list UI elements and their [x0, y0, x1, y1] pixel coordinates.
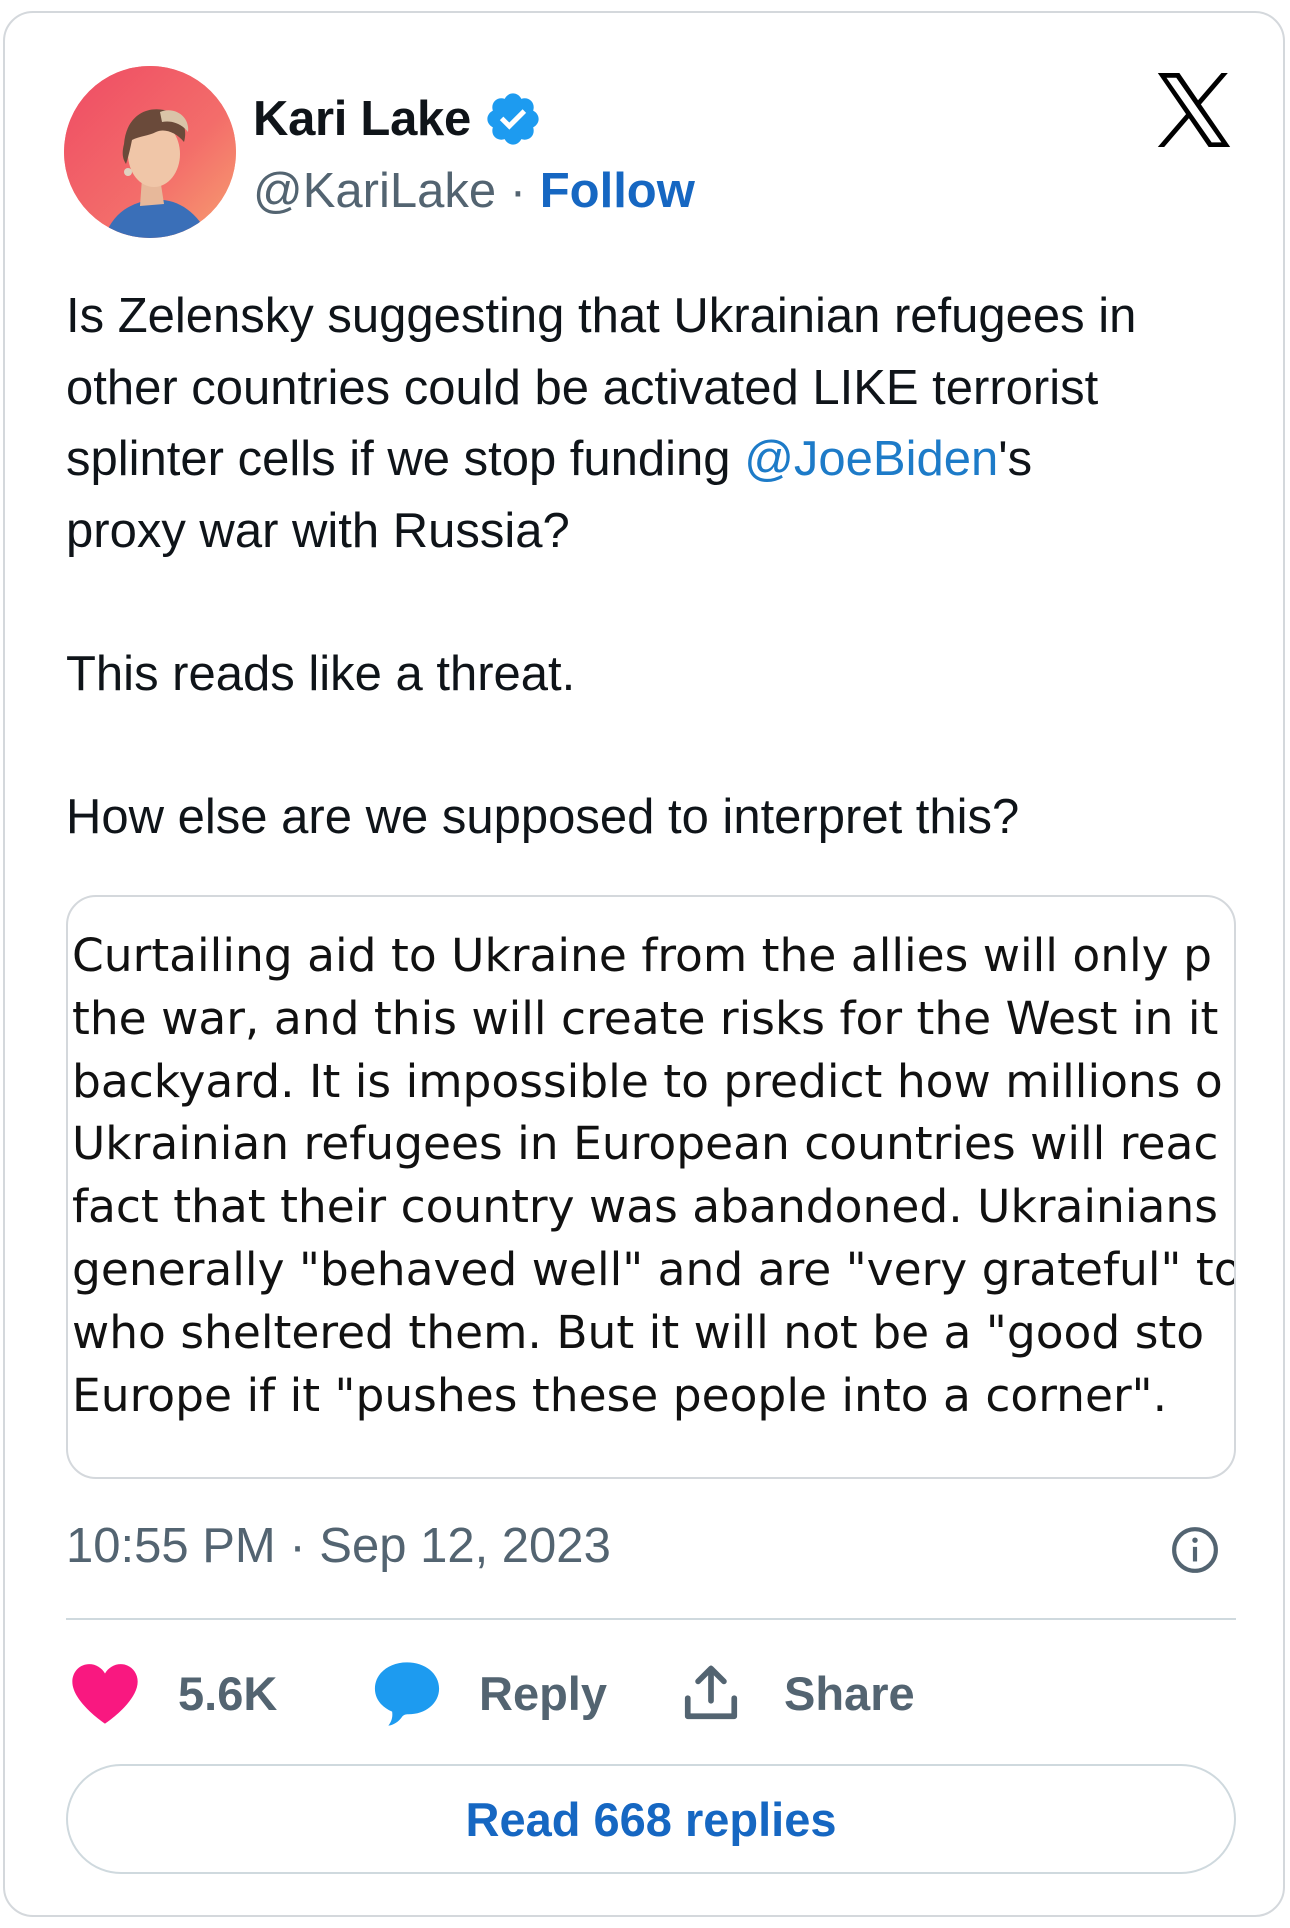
- share-upload-icon: [684, 1665, 738, 1720]
- author-handle[interactable]: @KariLake: [253, 164, 496, 218]
- share-label: Share: [784, 1666, 915, 1720]
- handle-row: @KariLake · Follow: [253, 163, 695, 219]
- x-logo-icon[interactable]: [1155, 73, 1233, 147]
- tweet-text: Is Zelensky suggesting that Ukrainian re…: [66, 281, 1236, 853]
- reply-bubble-icon: [374, 1662, 440, 1726]
- media-line: fact that their country was abandoned. U…: [72, 1180, 1218, 1234]
- author-name[interactable]: Kari Lake: [253, 91, 471, 147]
- reply-label: Reply: [479, 1666, 607, 1720]
- share-button[interactable]: Share: [680, 1658, 915, 1728]
- read-replies-button[interactable]: Read 668 replies: [66, 1764, 1236, 1874]
- avatar-portrait: [64, 66, 236, 238]
- info-icon[interactable]: [1170, 1525, 1220, 1575]
- verified-badge-icon: [487, 93, 539, 145]
- tweet-card: Kari Lake @KariLake · Follow Is Zelensky…: [3, 11, 1285, 1917]
- tweet-paragraph-1: Is Zelensky suggesting that Ukrainian re…: [66, 281, 1236, 567]
- mention-link[interactable]: @JoeBiden: [744, 432, 998, 486]
- read-replies-label: Read 668 replies: [465, 1792, 837, 1846]
- like-count: 5.6K: [178, 1666, 278, 1720]
- divider: [66, 1618, 1236, 1620]
- media-quote-text: Curtailing aid to Ukraine from the allie…: [72, 925, 1236, 1427]
- media-line: Europe if it "pushes these people into a…: [72, 1368, 1168, 1422]
- media-line: generally "behaved well" and are "very g…: [72, 1242, 1236, 1296]
- tweet-paragraph-2: This reads like a threat.: [66, 646, 576, 701]
- media-line: backyard. It is impossible to predict ho…: [72, 1054, 1223, 1108]
- media-line: Curtailing aid to Ukraine from the allie…: [72, 929, 1212, 982]
- media-image[interactable]: Curtailing aid to Ukraine from the allie…: [66, 895, 1236, 1479]
- media-line: the war, and this will create risks for …: [72, 991, 1219, 1045]
- avatar[interactable]: [64, 66, 236, 238]
- reply-button[interactable]: Reply: [371, 1658, 607, 1728]
- handle-separator: ·: [509, 164, 527, 218]
- follow-link[interactable]: Follow: [540, 164, 695, 218]
- like-button[interactable]: 5.6K: [70, 1658, 277, 1728]
- tweet-paragraph-3: How else are we supposed to interpret th…: [66, 789, 1020, 844]
- media-line: Ukrainian refugees in European countries…: [72, 1117, 1219, 1171]
- media-line: who sheltered them. But it will not be a…: [72, 1305, 1205, 1359]
- timestamp[interactable]: 10:55 PM · Sep 12, 2023: [66, 1518, 611, 1574]
- heart-icon: [72, 1664, 138, 1724]
